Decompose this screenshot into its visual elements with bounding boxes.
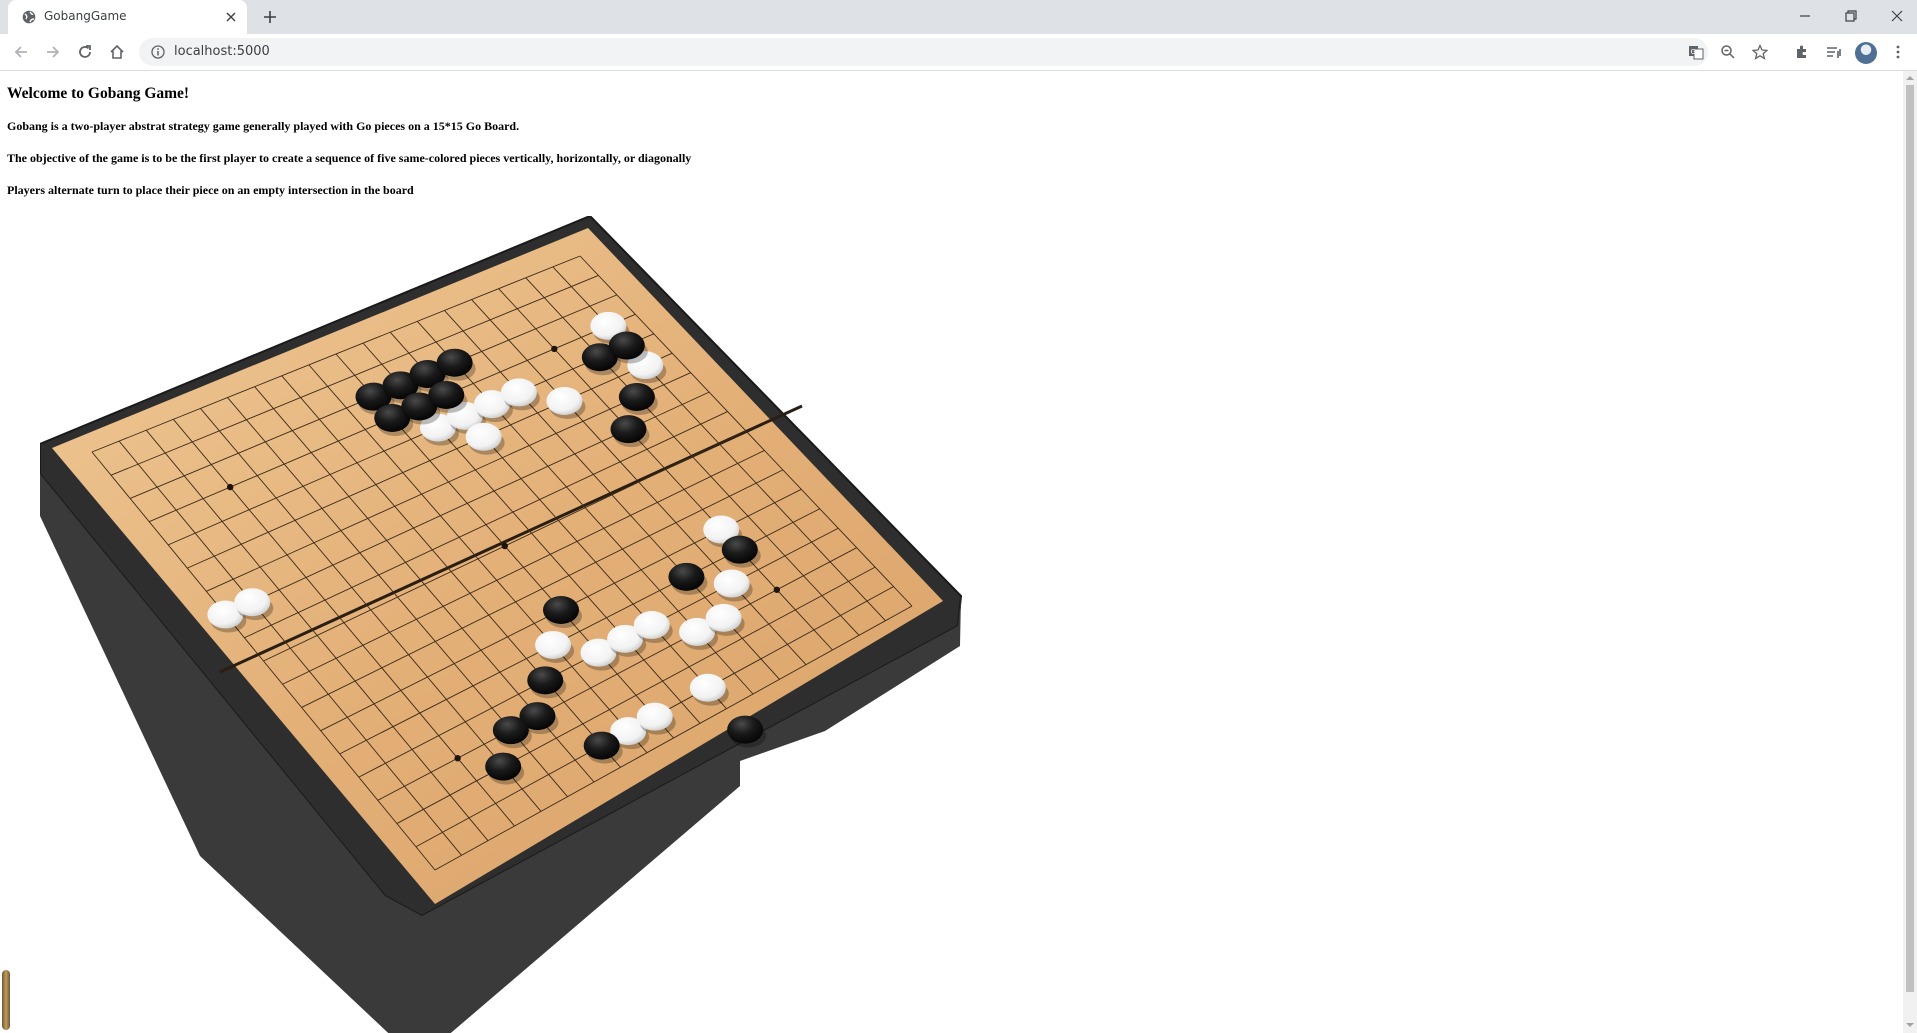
star-point xyxy=(454,755,461,762)
new-tab-icon[interactable] xyxy=(262,9,278,25)
profile-avatar[interactable] xyxy=(1855,42,1877,64)
bookmark-star-icon[interactable] xyxy=(1752,44,1768,60)
intro-paragraph: Gobang is a two-player abstrat strategy … xyxy=(7,119,520,133)
forward-icon[interactable] xyxy=(44,43,62,61)
close-window-icon[interactable] xyxy=(1889,8,1905,24)
scrollbar-thumb[interactable] xyxy=(1906,85,1914,992)
page-content: Welcome to Gobang Game! Gobang is a two-… xyxy=(0,71,1903,1033)
tab-title: GobangGame xyxy=(44,9,127,23)
zoom-icon[interactable] xyxy=(1720,44,1736,60)
site-info-icon[interactable] xyxy=(151,45,165,59)
gobang-board-image[interactable] xyxy=(39,214,1230,1033)
home-icon[interactable] xyxy=(108,43,126,61)
go-board[interactable] xyxy=(39,214,1230,1033)
reading-list-icon[interactable] xyxy=(1825,43,1843,61)
back-icon[interactable] xyxy=(12,43,30,61)
globe-icon xyxy=(22,10,36,24)
menu-kebab-icon[interactable] xyxy=(1889,43,1907,61)
translate-icon[interactable]: G xyxy=(1688,44,1704,60)
star-point xyxy=(551,345,558,353)
objective-paragraph: The objective of the game is to be the f… xyxy=(7,151,692,165)
scroll-up-arrow-icon[interactable] xyxy=(1905,73,1915,83)
reload-icon[interactable] xyxy=(76,43,94,61)
minimize-icon[interactable] xyxy=(1797,8,1813,24)
address-bar[interactable]: localhost:5000 G xyxy=(139,38,1768,66)
star-point xyxy=(773,586,781,593)
left-edge-strip xyxy=(2,970,10,1030)
active-tab[interactable]: GobangGame xyxy=(8,0,247,34)
svg-text:G: G xyxy=(1691,48,1696,56)
url-text[interactable]: localhost:5000 xyxy=(174,44,270,59)
close-tab-icon[interactable] xyxy=(225,11,237,23)
page-title: Welcome to Gobang Game! xyxy=(7,85,190,102)
extensions-icon[interactable] xyxy=(1793,43,1811,61)
star-point xyxy=(501,542,508,550)
scroll-down-arrow-icon[interactable] xyxy=(1905,1020,1915,1030)
tab-strip: GobangGame xyxy=(0,0,1917,34)
restore-icon[interactable] xyxy=(1843,8,1859,24)
browser-toolbar: localhost:5000 G xyxy=(0,34,1917,71)
star-point xyxy=(226,483,234,491)
vertical-scrollbar[interactable] xyxy=(1903,71,1917,1033)
rules-paragraph: Players alternate turn to place their pi… xyxy=(7,183,414,197)
